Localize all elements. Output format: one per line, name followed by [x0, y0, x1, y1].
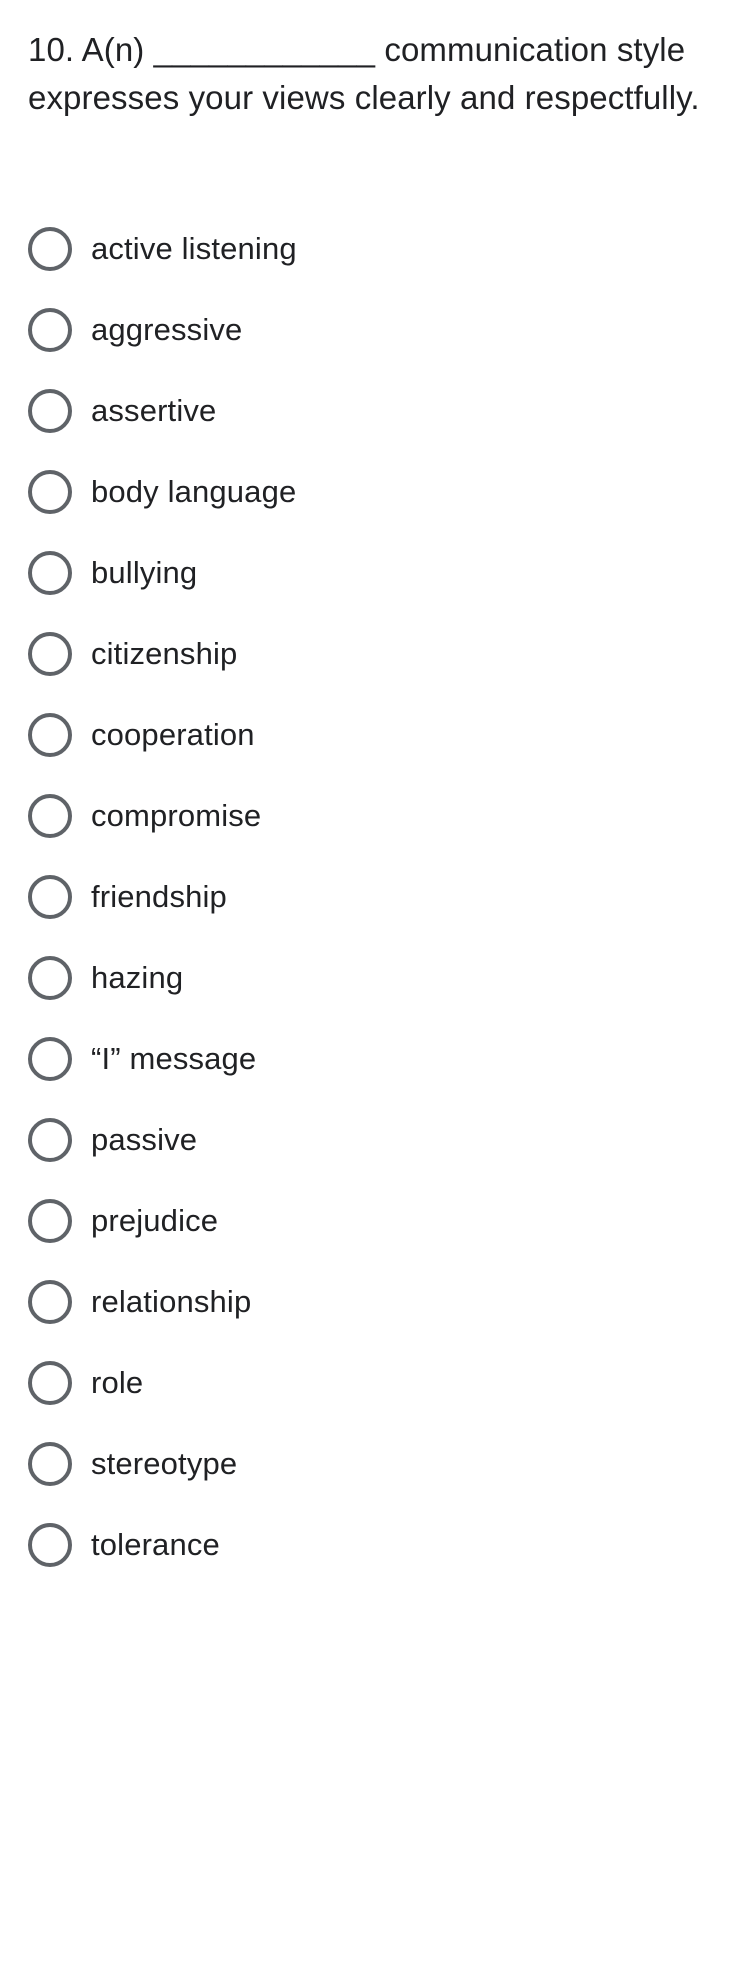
- option-row[interactable]: citizenship: [0, 613, 745, 694]
- radio-button-icon[interactable]: [28, 550, 72, 595]
- radio-button-icon[interactable]: [28, 1036, 72, 1081]
- option-label: “I” message: [91, 1040, 257, 1076]
- option-label: tolerance: [91, 1526, 220, 1562]
- radio-button-icon[interactable]: [28, 1522, 72, 1567]
- option-label: role: [91, 1364, 144, 1400]
- option-label: friendship: [91, 878, 227, 914]
- option-row[interactable]: passive: [0, 1099, 745, 1180]
- radio-button-icon[interactable]: [28, 712, 72, 757]
- radio-button-icon[interactable]: [28, 1360, 72, 1405]
- option-row[interactable]: compromise: [0, 775, 745, 856]
- option-label: prejudice: [91, 1202, 219, 1238]
- option-label: passive: [91, 1121, 198, 1157]
- option-row[interactable]: stereotype: [0, 1423, 745, 1504]
- option-label: relationship: [91, 1283, 252, 1319]
- radio-button-icon[interactable]: [28, 955, 72, 1000]
- option-label: body language: [91, 473, 297, 509]
- option-row[interactable]: active listening: [0, 208, 745, 289]
- options-list: active listening aggressive assertive body …: [0, 208, 745, 1585]
- option-row[interactable]: hazing: [0, 937, 745, 1018]
- radio-button-icon[interactable]: [28, 388, 72, 433]
- option-row[interactable]: prejudice: [0, 1180, 745, 1261]
- option-label: aggressive: [91, 311, 243, 347]
- option-row[interactable]: relationship: [0, 1261, 745, 1342]
- radio-button-icon[interactable]: [28, 793, 72, 838]
- option-row[interactable]: body language: [0, 451, 745, 532]
- option-row[interactable]: assertive: [0, 370, 745, 451]
- option-label: bullying: [91, 554, 198, 590]
- question-title: 10. A(n) ____________ communication styl…: [28, 31, 700, 116]
- radio-button-icon[interactable]: [28, 631, 72, 676]
- radio-button-icon[interactable]: [28, 1441, 72, 1486]
- option-label: stereotype: [91, 1445, 238, 1481]
- option-row[interactable]: friendship: [0, 856, 745, 937]
- option-label: cooperation: [91, 716, 255, 752]
- radio-button-icon[interactable]: [28, 1198, 72, 1243]
- option-row[interactable]: tolerance: [0, 1504, 745, 1585]
- option-label: compromise: [91, 797, 262, 833]
- radio-button-icon[interactable]: [28, 1279, 72, 1324]
- radio-button-icon[interactable]: [28, 1117, 72, 1162]
- option-row[interactable]: “I” message: [0, 1018, 745, 1099]
- question-card: 10. A(n) ____________ communication styl…: [0, 0, 745, 1968]
- option-row[interactable]: aggressive: [0, 289, 745, 370]
- radio-button-icon[interactable]: [28, 469, 72, 514]
- radio-button-icon[interactable]: [28, 226, 72, 271]
- option-row[interactable]: role: [0, 1342, 745, 1423]
- option-label: hazing: [91, 959, 184, 995]
- option-row[interactable]: bullying: [0, 532, 745, 613]
- option-label: assertive: [91, 392, 217, 428]
- radio-button-icon[interactable]: [28, 874, 72, 919]
- radio-button-icon[interactable]: [28, 307, 72, 352]
- option-row[interactable]: cooperation: [0, 694, 745, 775]
- option-label: citizenship: [91, 635, 238, 671]
- option-label: active listening: [91, 230, 297, 266]
